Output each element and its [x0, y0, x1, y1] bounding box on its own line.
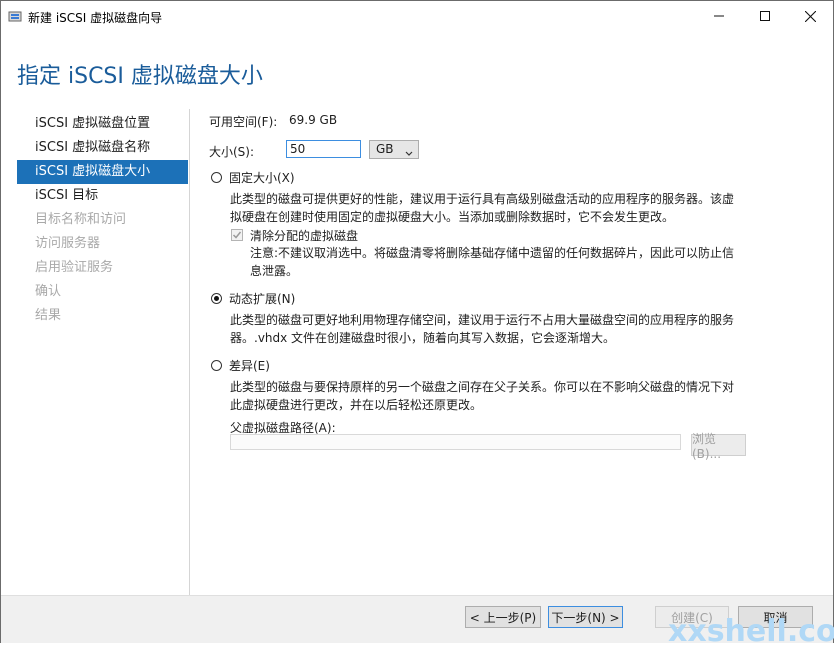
fixed-size-radio[interactable] [211, 172, 222, 183]
close-button[interactable] [787, 1, 833, 31]
size-input-value: 50 [290, 142, 306, 156]
free-space-label: 可用空间(F): [209, 115, 278, 129]
fixed-desc-line-2: 拟硬盘在创建时使用固定的虚拟硬盘大小。当添加或删除数据时，它不会发生更改。 [230, 210, 675, 224]
next-button[interactable]: 下一步(N) > [548, 606, 623, 628]
nav-item-target-name-access: 目标名称和访问 [35, 212, 127, 227]
nav-item-location[interactable]: iSCSI 虚拟磁盘位置 [17, 112, 188, 136]
minimize-button[interactable] [696, 1, 742, 31]
fixed-desc-line-1: 此类型的磁盘可提供更好的性能，建议用于运行具有高级别磁盘活动的应用程序的服务器。… [230, 192, 735, 206]
differencing-radio[interactable] [211, 360, 222, 371]
unit-select[interactable]: GB [369, 140, 419, 159]
unit-select-value: GB [376, 142, 394, 156]
checkmark-icon [232, 231, 242, 239]
dynamic-expand-description: 此类型的磁盘可更好地利用物理存储空间，建议用于运行不占用大量磁盘空间的应用程序的… [230, 311, 734, 347]
parent-path-input [230, 434, 681, 450]
note-line-1: 注意:不建议取消选中。将磁盘清零将删除基础存储中遗留的任何数据碎片，因此可以防止… [250, 246, 735, 260]
nav-divider [189, 109, 190, 595]
watermark-text: xxshell.com [668, 614, 834, 649]
dynamic-desc-line-1: 此类型的磁盘可更好地利用物理存储空间，建议用于运行不占用大量磁盘空间的应用程序的… [230, 313, 735, 327]
differencing-label[interactable]: 差异(E) [229, 357, 270, 374]
clear-disk-note: 注意:不建议取消选中。将磁盘清零将删除基础存储中遗留的任何数据碎片，因此可以防止… [250, 244, 734, 280]
note-line-2: 息泄露。 [250, 264, 299, 278]
nav-item-name[interactable]: iSCSI 虚拟磁盘名称 [17, 136, 188, 160]
nav-item-target[interactable]: iSCSI 目标 [17, 184, 188, 208]
nav-item-enable-auth: 启用验证服务 [35, 260, 114, 275]
size-label: 大小(S): [209, 145, 255, 159]
free-space-value: 69.9 GB [289, 113, 338, 127]
previous-button[interactable]: < 上一步(P) [465, 606, 541, 628]
size-input[interactable]: 50 [286, 140, 361, 158]
diff-desc-line-1: 此类型的磁盘与要保持原样的另一个磁盘之间存在父子关系。你可以在不影响父磁盘的情况… [230, 380, 735, 394]
clear-disk-checkbox[interactable] [231, 229, 243, 241]
wizard-steps-nav: iSCSI 虚拟磁盘位置 iSCSI 虚拟磁盘名称 iSCSI 虚拟磁盘大小 i… [17, 112, 188, 328]
wizard-window: 新建 iSCSI 虚拟磁盘向导 指定 iSCSI 虚拟磁盘大小 iSCSI 虚拟… [0, 0, 834, 643]
fixed-size-description: 此类型的磁盘可提供更好的性能，建议用于运行具有高级别磁盘活动的应用程序的服务器。… [230, 190, 734, 226]
browse-button: 浏览(B)... [691, 432, 746, 461]
nav-item-access-servers: 访问服务器 [35, 236, 101, 251]
diff-desc-line-2: 此虚拟硬盘进行更改，并在以后轻松还原更改。 [230, 398, 483, 412]
app-icon [8, 9, 22, 23]
dynamic-expand-label[interactable]: 动态扩展(N) [229, 290, 295, 307]
window-title: 新建 iSCSI 虚拟磁盘向导 [28, 11, 163, 25]
fixed-size-label[interactable]: 固定大小(X) [229, 169, 295, 186]
dynamic-expand-radio[interactable] [211, 293, 222, 304]
page-title: 指定 iSCSI 虚拟磁盘大小 [17, 64, 263, 89]
chevron-down-icon [405, 146, 413, 160]
clear-disk-label[interactable]: 清除分配的虚拟磁盘 [250, 227, 358, 244]
maximize-button[interactable] [742, 1, 788, 31]
nav-item-size[interactable]: iSCSI 虚拟磁盘大小 [17, 160, 188, 184]
nav-item-results: 结果 [35, 308, 62, 323]
dynamic-desc-line-2: 器。.vhdx 文件在创建磁盘时很小，随着向其写入数据，它会逐渐增大。 [230, 331, 616, 345]
title-bar: 新建 iSCSI 虚拟磁盘向导 [1, 1, 833, 31]
differencing-description: 此类型的磁盘与要保持原样的另一个磁盘之间存在父子关系。你可以在不影响父磁盘的情况… [230, 378, 734, 414]
nav-item-confirm: 确认 [35, 284, 62, 299]
